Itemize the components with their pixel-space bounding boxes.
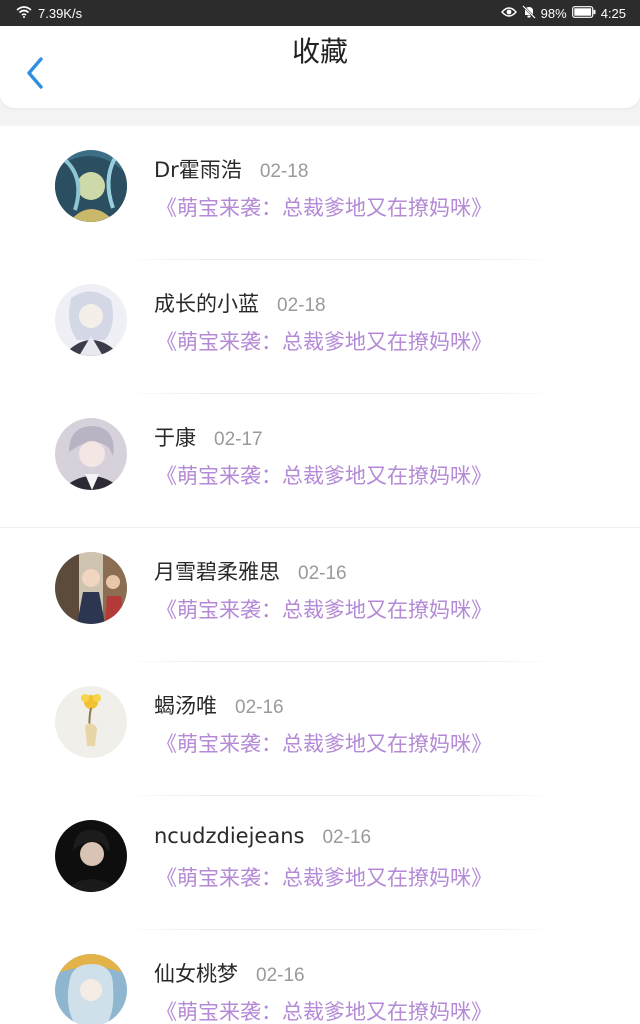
user-name[interactable]: 成长的小蓝 <box>154 288 259 318</box>
avatar[interactable] <box>55 150 127 222</box>
date: 02-18 <box>259 161 309 182</box>
book-title-link[interactable]: 《萌宝来袭：总裁爹地又在撩妈咪》 <box>156 460 492 490</box>
avatar[interactable] <box>55 418 127 490</box>
list-item[interactable]: 月雪碧柔雅思 02-16 《萌宝来袭：总裁爹地又在撩妈咪》 <box>0 528 640 662</box>
list-item[interactable]: 仙女桃梦 02-16 《萌宝来袭：总裁爹地又在撩妈咪》 <box>0 930 640 1024</box>
list-item[interactable]: Dr霍雨浩 02-18 《萌宝来袭：总裁爹地又在撩妈咪》 <box>0 126 640 260</box>
battery-percent: 98% <box>540 5 567 21</box>
bell-mute-icon <box>521 4 536 22</box>
name-line: 月雪碧柔雅思 02-16 <box>154 556 347 586</box>
wifi-icon <box>16 5 32 21</box>
header <box>0 26 640 108</box>
list-item[interactable]: 于康 02-17 《萌宝来袭：总裁爹地又在撩妈咪》 <box>0 394 640 528</box>
status-left: 7.39K/s <box>16 0 82 26</box>
name-line: 蝎汤唯 02-16 <box>154 690 284 720</box>
network-speed: 7.39K/s <box>38 5 83 21</box>
list-item[interactable]: 成长的小蓝 02-18 《萌宝来袭：总裁爹地又在撩妈咪》 <box>0 260 640 394</box>
user-name[interactable]: ncudzdiejeans <box>154 824 304 848</box>
user-name[interactable]: 于康 <box>154 422 196 452</box>
name-line: ncudzdiejeans 02-16 <box>154 824 371 849</box>
chevron-left-icon <box>27 57 43 89</box>
date: 02-16 <box>256 965 305 986</box>
avatar[interactable] <box>55 820 127 892</box>
name-line: 成长的小蓝 02-18 <box>154 288 326 318</box>
name-line: 仙女桃梦 02-16 <box>154 958 305 988</box>
avatar[interactable] <box>55 552 127 624</box>
list-item[interactable]: 蝎汤唯 02-16 《萌宝来袭：总裁爹地又在撩妈咪》 <box>0 662 640 796</box>
user-name[interactable]: 蝎汤唯 <box>154 690 217 720</box>
back-button[interactable] <box>18 52 52 94</box>
status-right: 98% 4:25 <box>500 0 626 26</box>
book-title-link[interactable]: 《萌宝来袭：总裁爹地又在撩妈咪》 <box>156 728 492 758</box>
book-title-link[interactable]: 《萌宝来袭：总裁爹地又在撩妈咪》 <box>156 192 492 222</box>
book-title-link[interactable]: 《萌宝来袭：总裁爹地又在撩妈咪》 <box>156 326 492 356</box>
name-line: Dr霍雨浩 02-18 <box>154 154 308 184</box>
eye-icon <box>500 6 517 21</box>
avatar[interactable] <box>55 686 127 758</box>
favorites-list: Dr霍雨浩 02-18 《萌宝来袭：总裁爹地又在撩妈咪》 成长的小蓝 02-18… <box>0 126 640 1024</box>
book-title-link[interactable]: 《萌宝来袭：总裁爹地又在撩妈咪》 <box>156 594 492 624</box>
list-item[interactable]: ncudzdiejeans 02-16 《萌宝来袭：总裁爹地又在撩妈咪》 <box>0 796 640 930</box>
user-name[interactable]: Dr霍雨浩 <box>154 154 242 184</box>
name-line: 于康 02-17 <box>154 422 263 452</box>
avatar[interactable] <box>55 954 127 1024</box>
date: 02-16 <box>235 697 284 718</box>
clock: 4:25 <box>600 5 626 21</box>
date: 02-18 <box>277 295 326 316</box>
avatar[interactable] <box>55 284 127 356</box>
user-name[interactable]: 月雪碧柔雅思 <box>154 556 280 586</box>
date: 02-16 <box>298 563 347 584</box>
battery-icon <box>571 5 596 21</box>
book-title-link[interactable]: 《萌宝来袭：总裁爹地又在撩妈咪》 <box>156 862 492 892</box>
date: 02-17 <box>214 429 263 450</box>
user-name[interactable]: 仙女桃梦 <box>154 958 238 988</box>
status-bar: 7.39K/s 98% 4:25 <box>0 0 640 26</box>
date: 02-16 <box>322 827 372 848</box>
book-title-link[interactable]: 《萌宝来袭：总裁爹地又在撩妈咪》 <box>156 996 492 1024</box>
